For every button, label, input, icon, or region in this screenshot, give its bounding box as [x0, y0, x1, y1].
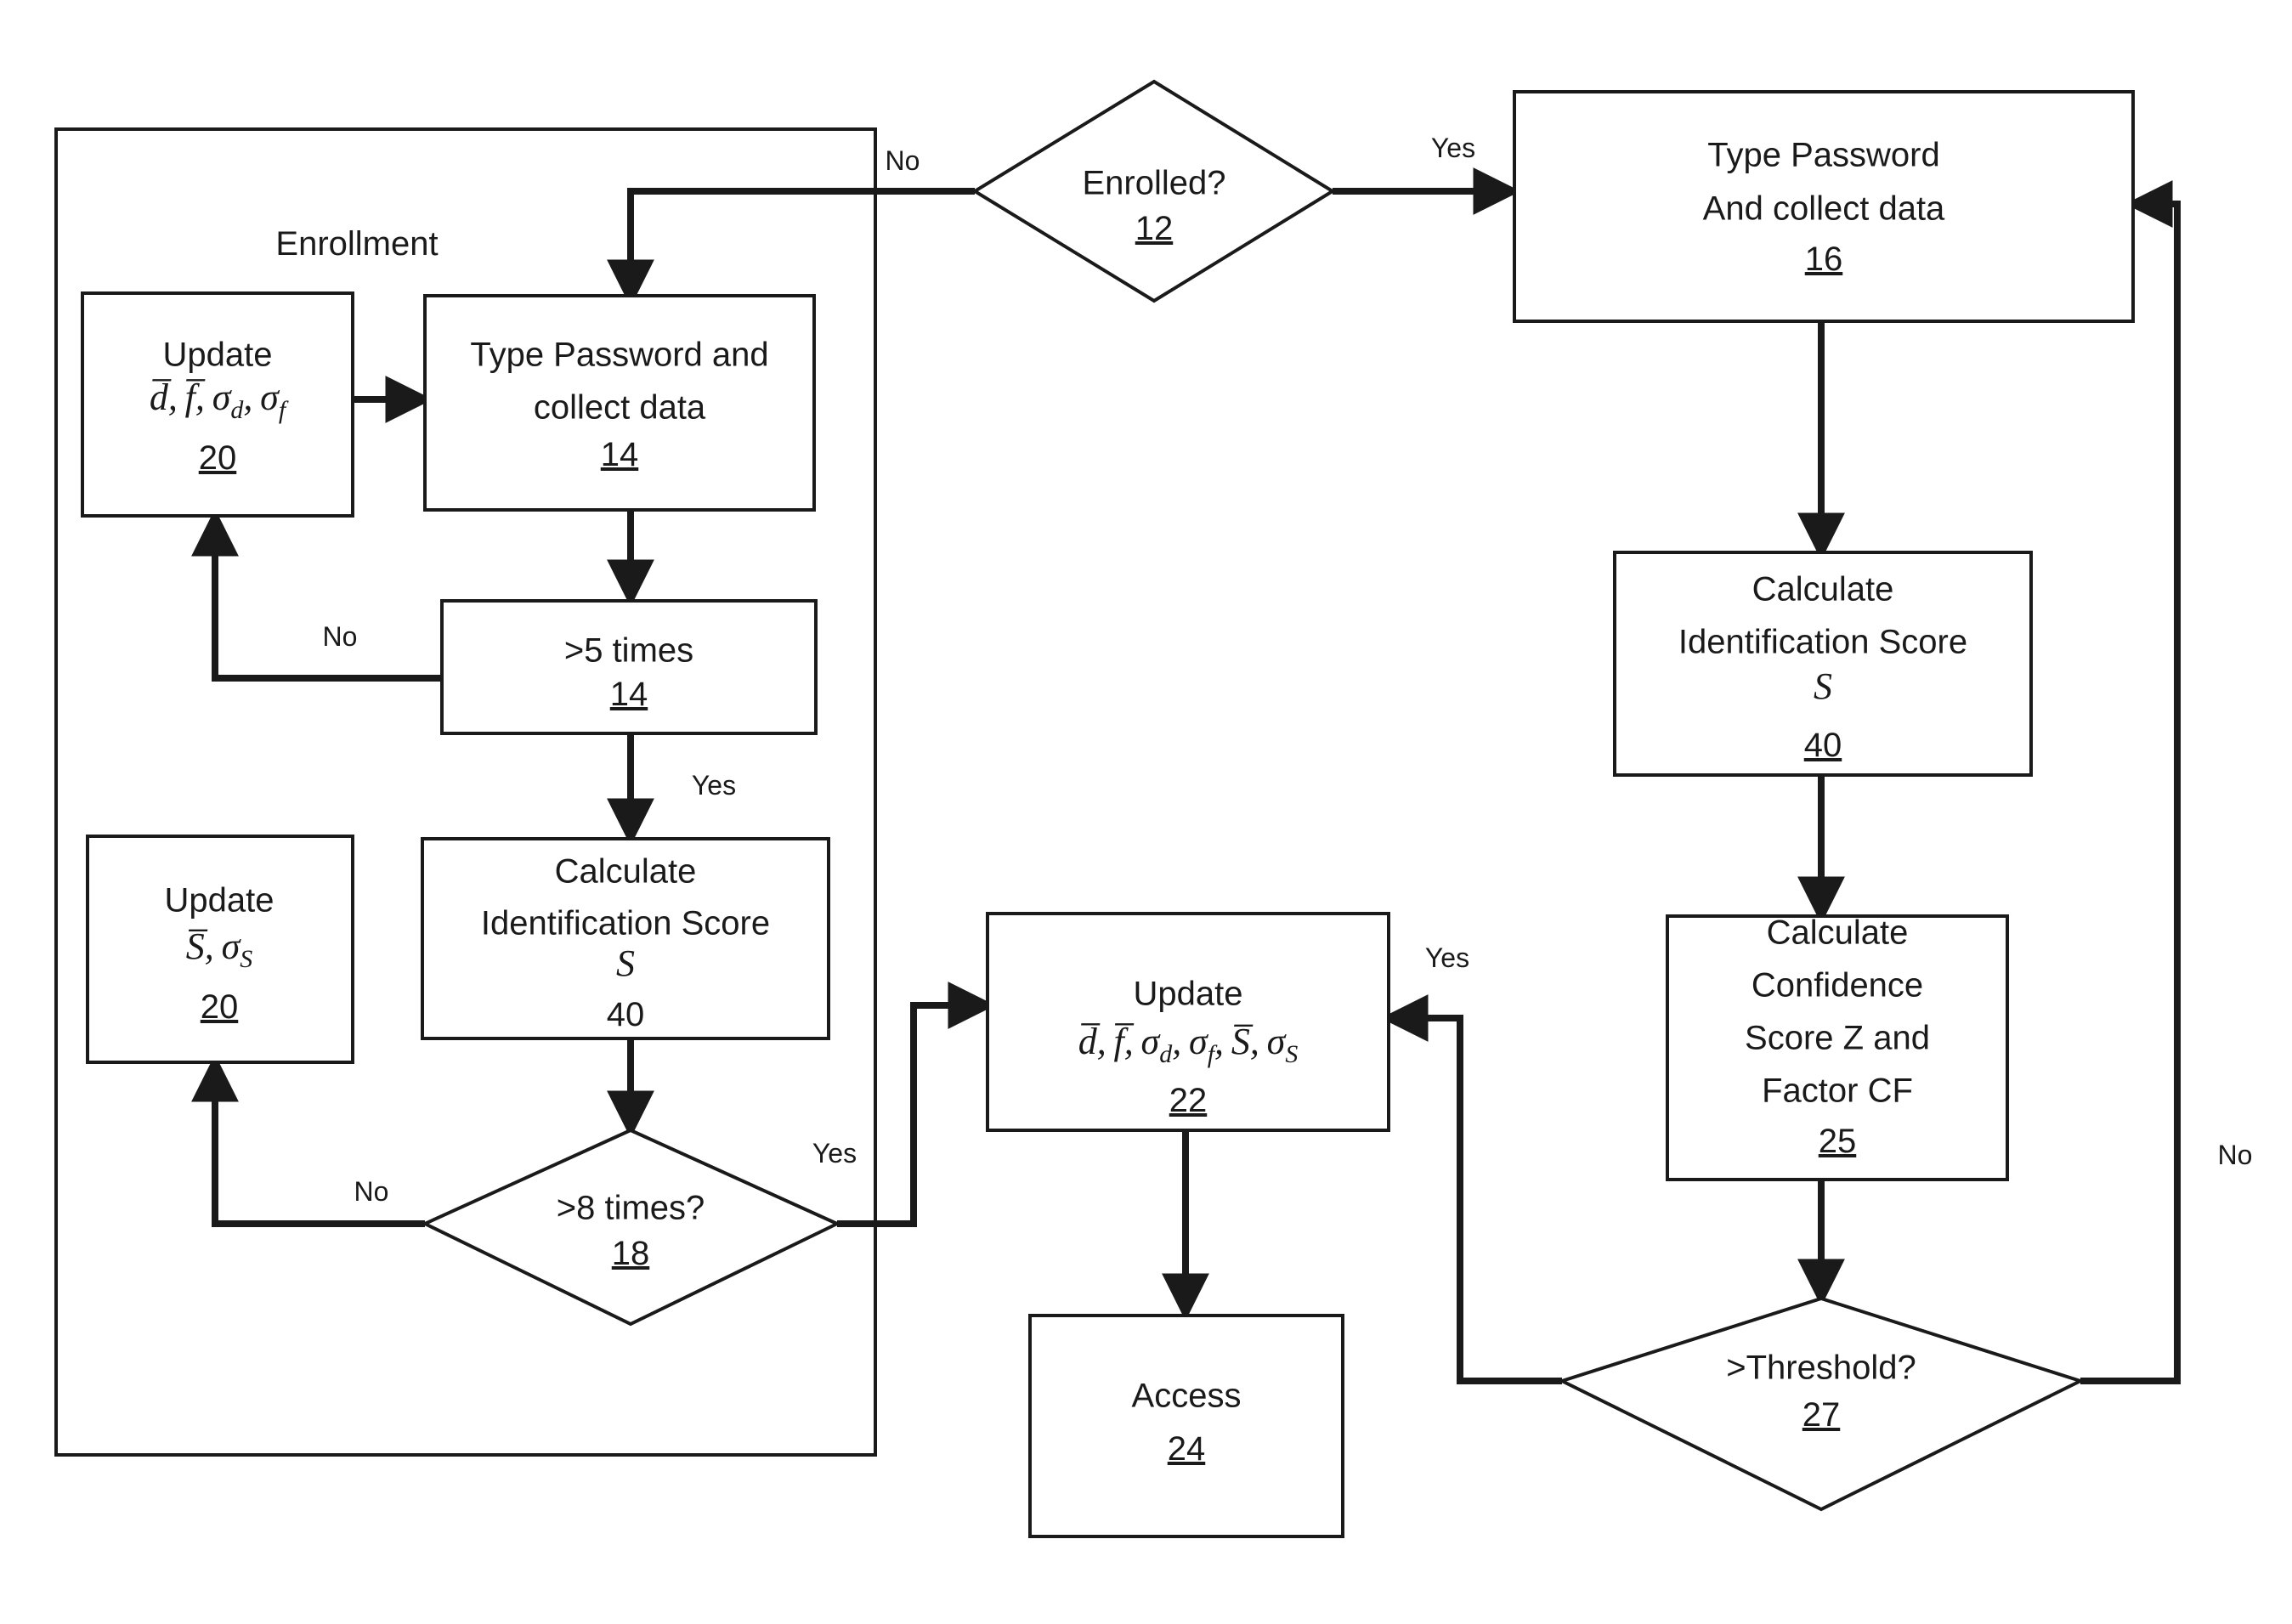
node-calc-id-score-enroll[interactable]: Calculate Identification Score S 40 — [421, 837, 830, 1040]
calc-id-score-enroll-line3: S — [616, 942, 635, 984]
update-all-line1: Update — [1134, 976, 1243, 1013]
node-enrolled[interactable]: Enrolled? 12 — [971, 79, 1336, 303]
type-password-enroll-ref: 14 — [601, 436, 639, 473]
edge-label-enrolled-no: No — [886, 145, 920, 176]
calc-id-score-auth-line1: Calculate — [1752, 571, 1894, 608]
node-gt5-times[interactable]: >5 times 14 — [440, 599, 818, 735]
calc-id-score-enroll-ref: 40 — [607, 996, 645, 1033]
edge-label-threshold-no: No — [2218, 1140, 2253, 1170]
calc-confidence-line2: Confidence — [1752, 967, 1923, 1004]
node-calc-id-score-auth[interactable]: Calculate Identification Score S 40 — [1613, 551, 2033, 777]
gt-threshold-label: >Threshold? — [1726, 1350, 1916, 1387]
gt5-times-ref: 14 — [610, 676, 648, 713]
flowchart-page: Enrollment Enrolled? 12 Type Password An… — [0, 0, 2292, 1624]
calc-id-score-enroll-line2: Identification Score — [481, 905, 770, 942]
calc-id-score-enroll-line1: Calculate — [555, 853, 697, 891]
edge-label-gt5-yes: Yes — [692, 770, 736, 801]
update-df-line1: Update — [163, 337, 273, 374]
edge-27-no — [2080, 180, 2181, 1384]
update-df-math: d̅, f̅, σd, σf — [150, 376, 289, 424]
gt8-times-label: >8 times? — [557, 1190, 705, 1227]
type-password-auth-ref: 16 — [1805, 240, 1843, 278]
node-update-s[interactable]: Update S̅, σS 20 — [86, 835, 354, 1064]
update-all-ref: 22 — [1169, 1082, 1208, 1119]
access-shape — [1028, 1314, 1344, 1538]
gt5-times-label: >5 times — [564, 632, 693, 670]
type-password-auth-line2: And collect data — [1703, 190, 1945, 228]
calc-confidence-line1: Calculate — [1767, 914, 1909, 952]
update-s-ref: 20 — [201, 988, 239, 1026]
node-gt-threshold[interactable]: >Threshold? 27 — [1557, 1296, 2085, 1512]
edge-27-yes — [1380, 994, 1562, 1384]
type-password-enroll-line1: Type Password and — [470, 337, 768, 374]
enrollment-group-label: Enrollment — [275, 225, 438, 263]
calc-id-score-auth-ref: 40 — [1804, 727, 1842, 764]
gt8-times-ref: 18 — [612, 1235, 650, 1272]
edge-label-enrolled-yes: Yes — [1431, 133, 1475, 163]
node-update-all[interactable]: Update d̅, f̅, σd, σf, S̅, σS 22 — [986, 912, 1390, 1132]
edge-gt5-no — [191, 508, 442, 682]
calc-confidence-line3: Score Z and — [1745, 1020, 1930, 1057]
edge-label-gt8-no: No — [354, 1176, 389, 1207]
calc-confidence-ref: 25 — [1819, 1123, 1857, 1160]
access-ref: 24 — [1168, 1430, 1206, 1468]
gt8-times-shape — [421, 1128, 841, 1327]
flowchart-canvas: Enrollment Enrolled? 12 Type Password An… — [54, 79, 2253, 1538]
type-password-auth-line1: Type Password — [1707, 137, 1939, 174]
update-all-math: d̅, f̅, σd, σf, S̅, σS — [1078, 1021, 1299, 1068]
edge-gt8-no — [191, 1054, 425, 1227]
node-access[interactable]: Access 24 — [1028, 1314, 1344, 1538]
update-df-ref: 20 — [199, 439, 237, 477]
calc-confidence-line4: Factor CF — [1762, 1072, 1913, 1110]
edge-gt8-yes — [837, 982, 996, 1227]
node-type-password-enroll[interactable]: Type Password and collect data 14 — [423, 294, 816, 512]
update-s-line1: Update — [165, 882, 274, 920]
node-gt8-times[interactable]: >8 times? 18 — [421, 1128, 841, 1327]
edge-label-gt8-yes: Yes — [812, 1138, 857, 1168]
enrolled-ref: 12 — [1135, 210, 1174, 247]
enrolled-label: Enrolled? — [1082, 165, 1225, 202]
type-password-enroll-line2: collect data — [534, 389, 706, 427]
gt-threshold-ref: 27 — [1802, 1396, 1841, 1434]
edge-enrolled-no — [607, 188, 975, 308]
node-calc-confidence[interactable]: Calculate Confidence Score Z and Factor … — [1666, 914, 2009, 1181]
node-type-password-auth[interactable]: Type Password And collect data 16 — [1513, 90, 2135, 323]
edge-label-gt5-no: No — [323, 621, 358, 652]
access-label: Access — [1132, 1378, 1242, 1415]
calc-id-score-auth-line2: Identification Score — [1678, 624, 1967, 661]
calc-id-score-auth-line3: S — [1814, 665, 1832, 707]
edge-label-threshold-yes: Yes — [1425, 942, 1469, 973]
node-update-df[interactable]: Update d̅, f̅, σd, σf 20 — [81, 291, 354, 518]
